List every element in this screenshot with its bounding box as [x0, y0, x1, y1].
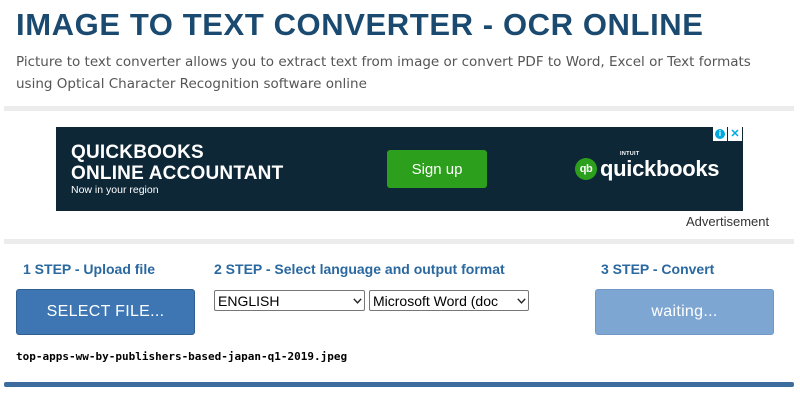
advertisement-label: Advertisement	[686, 214, 770, 229]
output-format-select[interactable]: Microsoft Word (doc	[369, 290, 529, 311]
quickbooks-logo-icon: qb	[575, 158, 597, 180]
step1-label: 1 STEP - Upload file	[23, 261, 155, 277]
convert-button[interactable]: waiting...	[595, 289, 774, 335]
adchoices-info-icon[interactable]: i	[713, 127, 727, 141]
chevron-down-icon	[350, 291, 364, 310]
chevron-down-icon	[514, 291, 528, 310]
step3-label: 3 STEP - Convert	[601, 261, 715, 277]
intuit-label: INTUIT	[620, 151, 640, 157]
language-select[interactable]: ENGLISH	[214, 290, 365, 311]
language-select-value: ENGLISH	[218, 292, 280, 309]
ad-signup-button[interactable]: Sign up	[387, 150, 487, 188]
select-file-button[interactable]: SELECT FILE...	[16, 289, 195, 335]
output-format-select-value: Microsoft Word (doc	[373, 292, 498, 309]
page-description: Picture to text converter allows you to …	[16, 54, 751, 92]
bottom-divider	[4, 382, 794, 387]
selected-file-name: top-apps-ww-by-publishers-based-japan-q1…	[16, 350, 348, 363]
step2-label: 2 STEP - Select language and output form…	[214, 261, 505, 277]
ad-headline: QUICKBOOKS ONLINE ACCOUNTANT	[71, 142, 284, 184]
brand-name: quickbooks	[600, 156, 720, 181]
top-divider	[4, 106, 794, 111]
page-title: IMAGE TO TEXT CONVERTER - OCR ONLINE	[16, 7, 704, 42]
ad-subtitle: Now in your region	[71, 184, 159, 196]
advertisement-banner[interactable]: QUICKBOOKS ONLINE ACCOUNTANT Now in your…	[56, 127, 743, 211]
ad-close-icon[interactable]: ✕	[728, 127, 742, 141]
quickbooks-logo: qb INTUIT quickbooks	[575, 151, 720, 187]
middle-divider	[4, 239, 794, 244]
